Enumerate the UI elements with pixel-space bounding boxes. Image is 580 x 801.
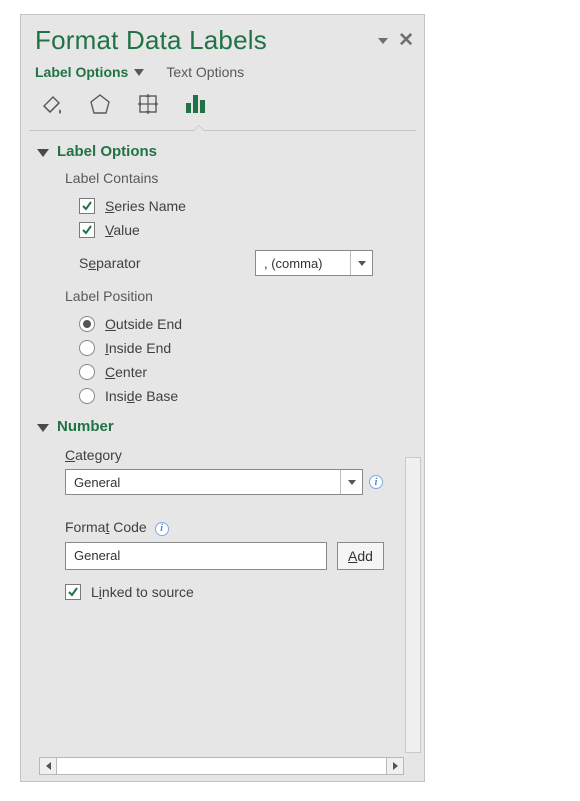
category-row: General i — [21, 469, 424, 503]
task-pane-options-icon[interactable] — [378, 38, 388, 44]
caret-expanded-icon — [37, 424, 49, 432]
checkbox-icon — [79, 222, 95, 238]
radio-icon — [79, 316, 95, 332]
radio-label: Inside Base — [105, 388, 178, 404]
label-options-icon[interactable] — [181, 90, 211, 118]
close-icon[interactable]: ✕ — [398, 31, 414, 50]
separator-label: Separator — [79, 255, 255, 271]
format-data-labels-pane: Format Data Labels ✕ Label Options Text … — [20, 14, 425, 782]
chevron-down-icon — [134, 69, 144, 76]
effects-icon[interactable] — [85, 90, 115, 118]
section-label-options[interactable]: Label Options — [21, 141, 424, 166]
label-position-heading: Label Position — [21, 284, 424, 312]
category-label: Category — [21, 441, 424, 469]
caret-expanded-icon — [37, 149, 49, 157]
radio-label: Inside End — [105, 340, 171, 356]
size-properties-icon[interactable] — [133, 90, 163, 118]
tab-label: Text Options — [166, 64, 244, 80]
separator-dropdown[interactable]: , (comma) — [255, 250, 373, 276]
radio-icon — [79, 364, 95, 380]
scroll-track[interactable] — [57, 757, 386, 775]
checkbox-icon — [65, 584, 81, 600]
dropdown-value: , (comma) — [256, 256, 350, 271]
radio-inside-base[interactable]: Inside Base — [21, 384, 424, 408]
vertical-scrollbar[interactable] — [405, 457, 421, 753]
content: Label Options Label Contains Series Name… — [21, 131, 424, 604]
scroll-right-icon[interactable] — [386, 757, 404, 775]
scroll-area: Label Options Label Contains Series Name… — [21, 131, 424, 781]
category-dropdown[interactable]: General — [65, 469, 363, 495]
checkbox-series-name[interactable]: Series Name — [21, 194, 424, 218]
tab-text-options[interactable]: Text Options — [166, 64, 244, 80]
category-icon-row — [21, 88, 424, 130]
label-contains-heading: Label Contains — [21, 166, 424, 194]
chevron-down-icon — [350, 251, 372, 275]
checkbox-linked-to-source[interactable]: Linked to source — [21, 580, 424, 604]
checkbox-icon — [79, 198, 95, 214]
checkbox-label: Value — [105, 222, 140, 238]
pane-title: Format Data Labels — [35, 25, 412, 56]
separator-row: Separator , (comma) — [21, 242, 424, 284]
add-button[interactable]: Add — [337, 542, 384, 570]
scroll-left-icon[interactable] — [39, 757, 57, 775]
radio-outside-end[interactable]: Outside End — [21, 312, 424, 336]
horizontal-scrollbar[interactable] — [39, 757, 404, 775]
info-icon[interactable]: i — [369, 475, 383, 489]
scroll-thumb[interactable] — [405, 588, 421, 648]
radio-label: Center — [105, 364, 147, 380]
format-code-input[interactable]: General — [65, 542, 327, 570]
header-controls: ✕ — [378, 31, 414, 50]
checkbox-value[interactable]: Value — [21, 218, 424, 242]
tab-label: Label Options — [35, 64, 128, 80]
section-title: Number — [57, 418, 114, 435]
fill-line-icon[interactable] — [37, 90, 67, 118]
checkbox-label: Series Name — [105, 198, 186, 214]
radio-icon — [79, 340, 95, 356]
section-number[interactable]: Number — [21, 408, 424, 441]
radio-center[interactable]: Center — [21, 360, 424, 384]
radio-inside-end[interactable]: Inside End — [21, 336, 424, 360]
chevron-down-icon — [340, 470, 362, 494]
pane-header: Format Data Labels ✕ — [21, 15, 424, 62]
info-icon[interactable]: i — [155, 522, 169, 536]
format-code-label: Format Code i — [21, 503, 424, 542]
tab-label-options[interactable]: Label Options — [35, 64, 144, 80]
tab-row: Label Options Text Options — [21, 62, 424, 88]
checkbox-label: Linked to source — [91, 584, 194, 600]
radio-label: Outside End — [105, 316, 182, 332]
section-title: Label Options — [57, 143, 157, 160]
format-code-row: General Add — [21, 542, 424, 580]
radio-icon — [79, 388, 95, 404]
dropdown-value: General — [66, 475, 340, 490]
